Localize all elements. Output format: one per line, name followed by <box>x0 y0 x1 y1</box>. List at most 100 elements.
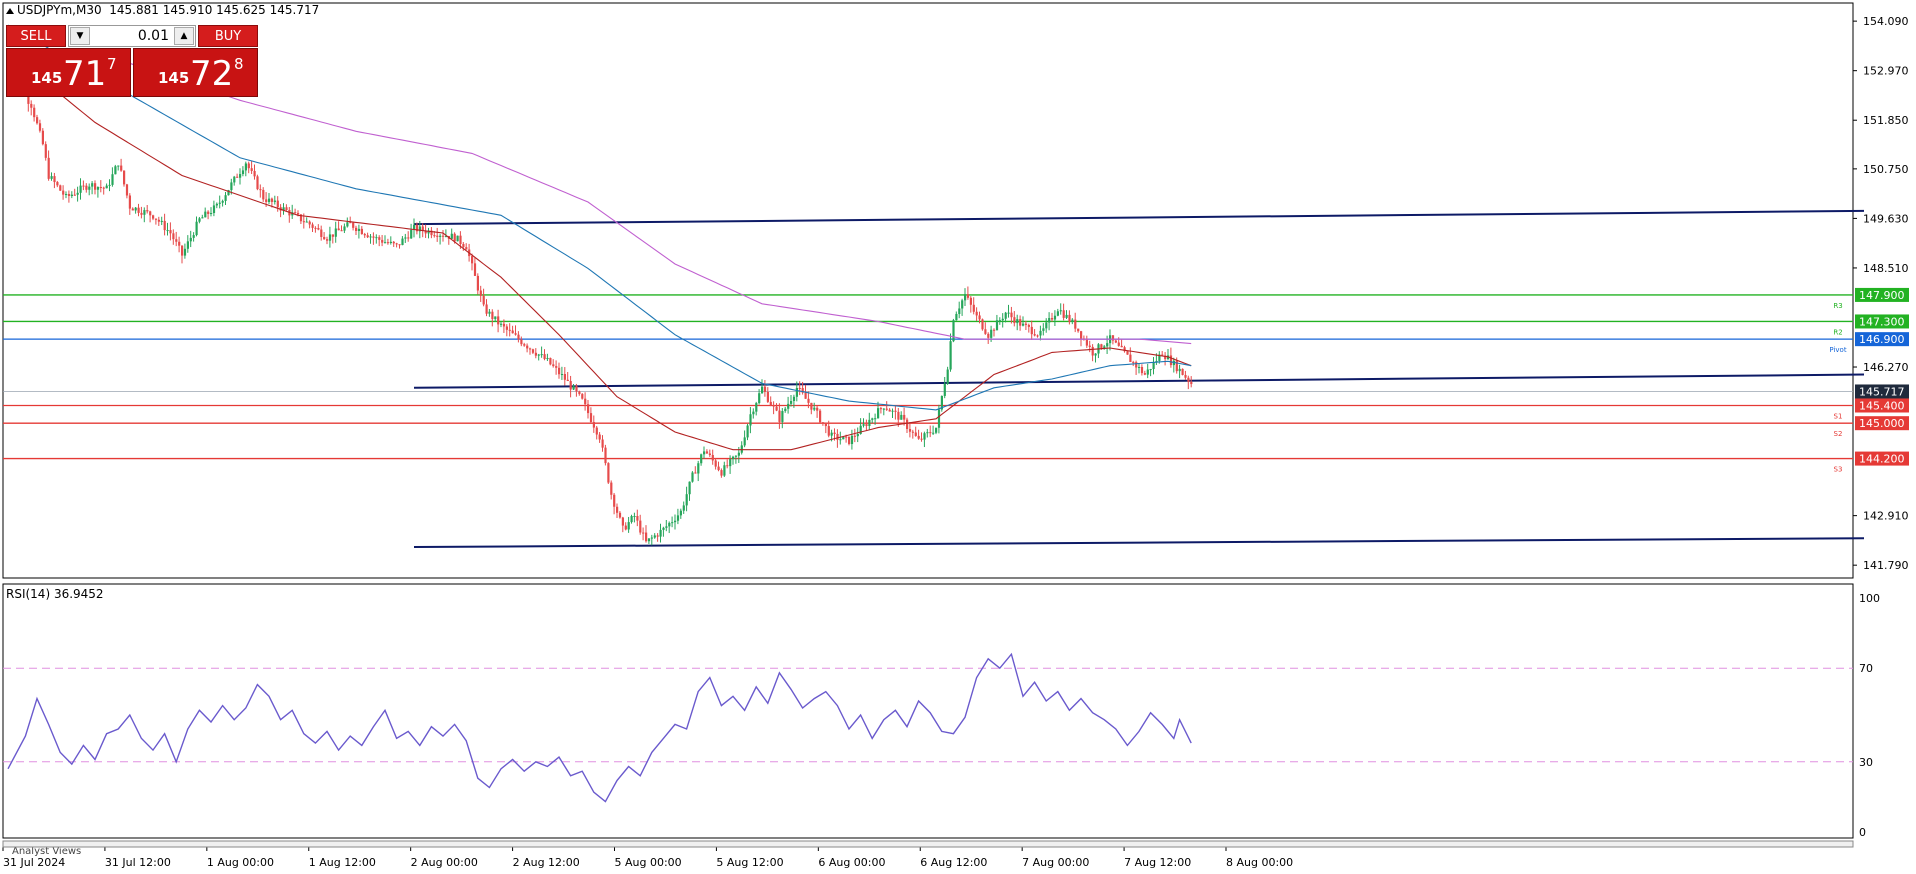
candle-body <box>317 228 320 230</box>
candle-body <box>505 326 508 330</box>
candle-body <box>169 230 172 234</box>
candle-body <box>972 304 975 312</box>
candle-body <box>508 329 511 331</box>
candle-body <box>682 505 685 511</box>
candle-body <box>65 193 68 195</box>
candle-body <box>613 494 616 507</box>
level-price-tag: 147.900 <box>1859 289 1905 302</box>
candle-body <box>328 234 332 241</box>
buy-button[interactable]: BUY <box>198 25 258 47</box>
price-axis-label: 146.270 <box>1863 361 1909 374</box>
moving-average-line <box>94 51 1192 345</box>
level-marker-label: R3 <box>1833 302 1842 310</box>
bid-price-button[interactable]: 145 71 7 <box>6 48 131 97</box>
candle-body <box>1010 312 1013 318</box>
candle-body <box>911 431 914 433</box>
candle-body <box>1181 368 1184 375</box>
candle-body <box>1143 373 1146 375</box>
candle-body <box>384 242 387 244</box>
candle-body <box>595 427 598 435</box>
candle-body <box>140 212 143 215</box>
candle-body <box>836 433 839 440</box>
candle-body <box>326 239 329 241</box>
candle-body <box>949 341 952 370</box>
candle-body <box>73 194 76 196</box>
candle-body <box>117 165 120 167</box>
candle-body <box>604 447 607 464</box>
candle-body <box>178 241 181 246</box>
candle-body <box>198 218 201 222</box>
collapse-triangle-icon[interactable] <box>6 8 14 14</box>
candle-body <box>688 481 691 495</box>
lot-size-field[interactable]: ▼ 0.01 ▲ <box>68 25 196 47</box>
candle-body <box>433 235 436 237</box>
candle-body <box>476 275 479 291</box>
candle-body <box>357 228 361 231</box>
candle-body <box>1178 368 1181 372</box>
candle-body <box>749 414 752 426</box>
candle-body <box>41 130 44 145</box>
candle-body <box>410 229 413 239</box>
candle-body <box>558 367 561 375</box>
candle-body <box>813 407 816 410</box>
candle-body <box>624 525 627 530</box>
candle-body <box>679 510 682 516</box>
channel-line <box>413 209 1865 226</box>
candle-body <box>131 208 134 211</box>
time-axis-label: 5 Aug 00:00 <box>615 856 682 869</box>
candle-body <box>488 311 491 314</box>
candle-body <box>1085 339 1088 346</box>
lot-increase-icon[interactable]: ▲ <box>174 27 194 45</box>
candle-body <box>1016 319 1019 324</box>
candle-body <box>352 222 355 228</box>
candle-body <box>30 103 33 108</box>
sell-button[interactable]: SELL <box>6 25 66 47</box>
candle-body <box>485 304 488 314</box>
candle-body <box>294 212 297 214</box>
candle-body <box>265 199 268 202</box>
candle-body <box>555 366 558 368</box>
candle-body <box>778 410 781 422</box>
candle-body <box>1080 331 1083 339</box>
candle-body <box>323 236 326 240</box>
candle-body <box>787 403 790 409</box>
candle-body <box>897 411 900 420</box>
chart-area[interactable]: R3 R2 Pivot S1 S2 S3 154.090 152.970 151.850 150… <box>0 0 1916 874</box>
candle-body <box>346 222 349 227</box>
level-marker-label: S1 <box>1834 413 1843 421</box>
candle-body <box>923 433 926 440</box>
candle-body <box>839 439 842 441</box>
candle-body <box>479 290 482 296</box>
chart-header: USDJPYm,M30 145.881 145.910 145.625 145.… <box>6 3 319 17</box>
candle-body <box>943 383 946 396</box>
time-axis-label: 31 Jul 12:00 <box>105 856 171 869</box>
ask-price-button[interactable]: 145 72 8 <box>133 48 258 97</box>
lot-value[interactable]: 0.01 <box>138 28 169 44</box>
candle-body <box>717 466 720 471</box>
candle-body <box>369 236 372 238</box>
candle-body <box>221 200 224 203</box>
candle-body <box>210 213 213 215</box>
candle-body <box>1129 354 1132 362</box>
candle-body <box>1030 326 1033 335</box>
candle-body <box>964 294 967 301</box>
candle-body <box>160 220 163 222</box>
candle-body <box>572 386 575 390</box>
ask-price-pip: 8 <box>234 55 244 73</box>
candle-body <box>790 400 793 404</box>
candle-body <box>459 235 462 245</box>
candle-body <box>581 394 584 399</box>
candle-body <box>1120 345 1123 348</box>
candle-body <box>511 330 514 334</box>
candle-body <box>752 411 755 415</box>
rsi-axis-label: 0 <box>1859 826 1866 839</box>
candle-body <box>401 238 404 246</box>
candle-body <box>218 202 221 204</box>
candle-body <box>517 334 520 340</box>
candle-body <box>529 348 532 350</box>
level-price-tag: 147.300 <box>1859 315 1905 328</box>
candle-body <box>633 515 636 517</box>
candle-body <box>1062 310 1065 318</box>
lot-decrease-icon[interactable]: ▼ <box>70 27 90 45</box>
candle-body <box>134 207 137 211</box>
